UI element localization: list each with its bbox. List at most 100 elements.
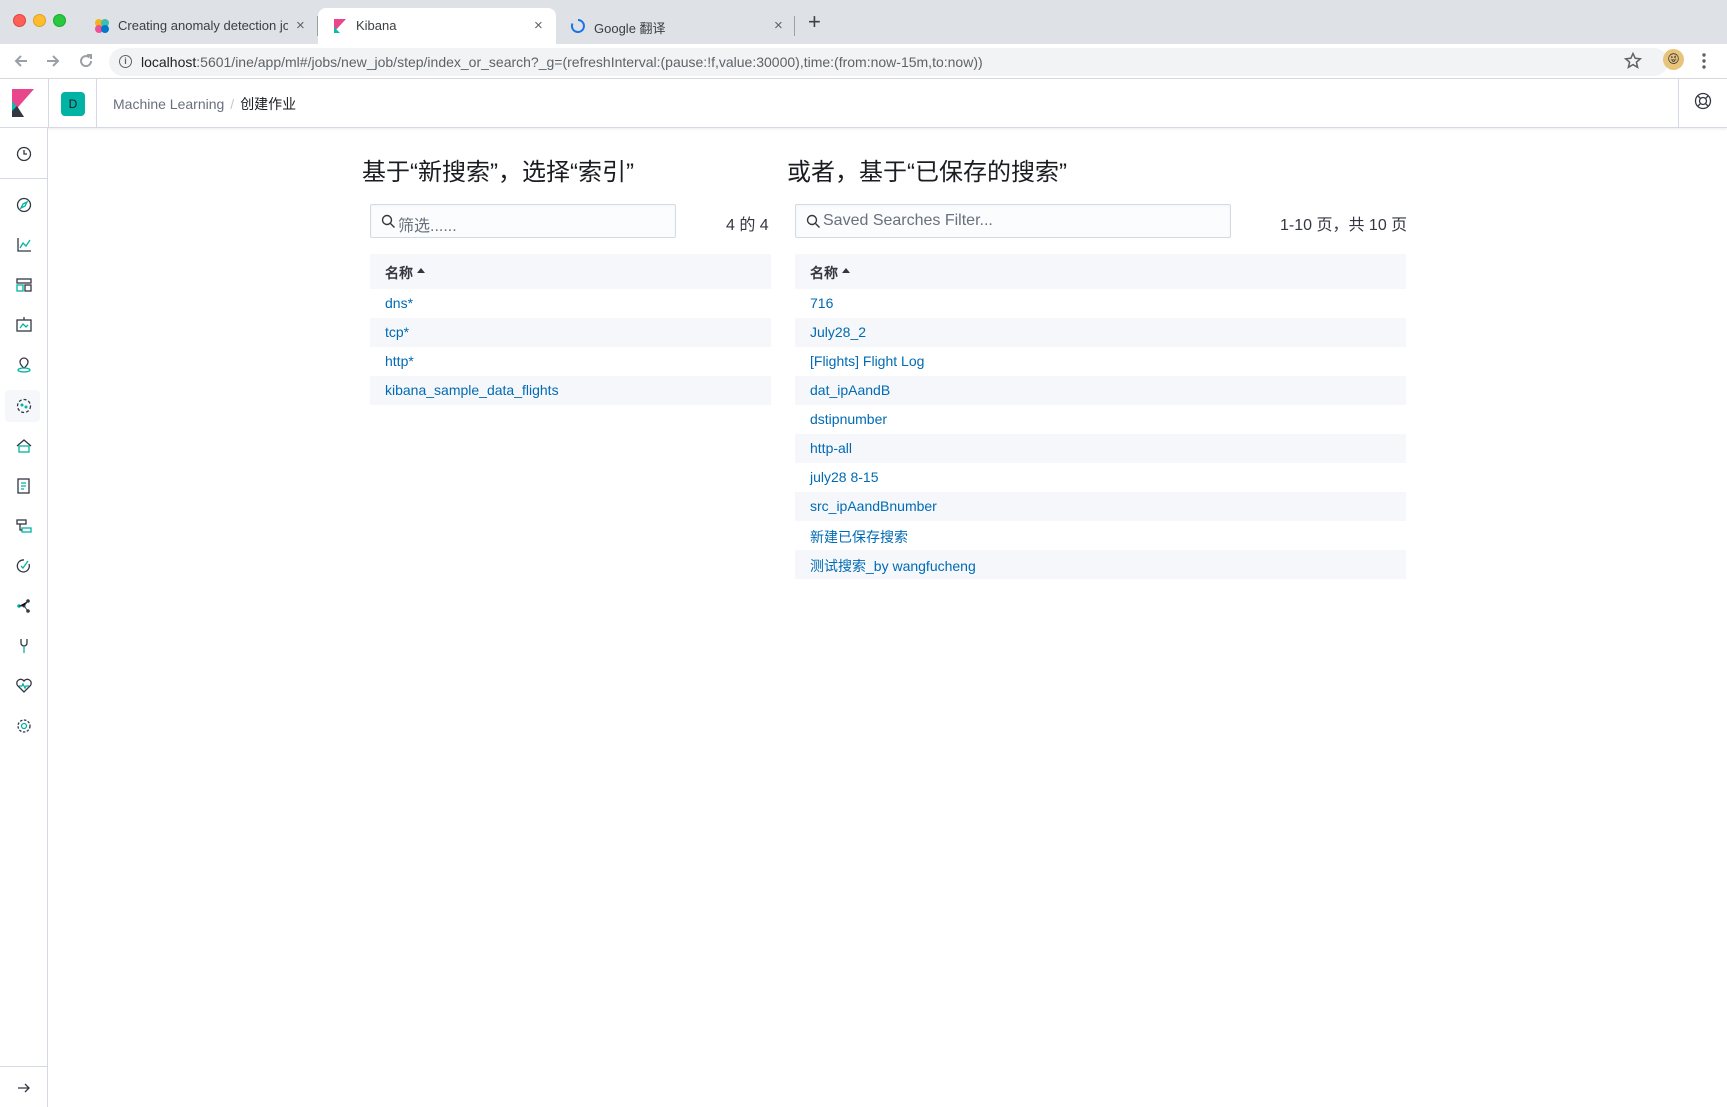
name-column-header[interactable]: 名称 [810,263,838,283]
search-icon [806,214,820,228]
tab-close-icon[interactable]: × [296,17,305,34]
saved-search-link[interactable]: dat_ipAandB [810,382,890,398]
window-minimize-button[interactable] [33,14,46,27]
saved-search-filter-placeholder: Saved Searches Filter... [823,212,993,229]
name-column-header[interactable]: 名称 [385,263,413,283]
management-icon[interactable] [14,716,34,736]
expand-icon[interactable] [14,1078,34,1098]
new-tab-button[interactable]: + [808,11,821,33]
tab-title: Google 翻译 [594,21,666,36]
browser-menu-icon[interactable] [1701,52,1707,70]
saved-search-link[interactable]: July28_2 [810,324,866,340]
browser-tab-google-translate[interactable]: Google 翻译 × [556,8,792,44]
saved-search-link[interactable]: dstipnumber [810,411,887,427]
canvas-icon[interactable] [14,315,34,335]
index-link[interactable]: tcp* [385,324,409,340]
saved-search-table-header: 名称 [795,254,1406,289]
uptime-icon[interactable] [14,556,34,576]
discover-icon[interactable] [14,195,34,215]
url-host: localhost [141,54,197,70]
bookmark-star-icon[interactable] [1624,52,1642,70]
kibana-logo-icon[interactable] [12,89,37,117]
browser-tab-elastic-docs[interactable]: Creating anomaly detection job × [80,8,316,44]
index-count: 4 的 4 [726,217,769,234]
browser-toolbar: i localhost:5601/ine/app/ml#/jobs/new_jo… [0,44,1727,79]
tab-close-icon[interactable]: × [534,17,543,34]
tab-title: Kibana [356,18,397,33]
tab-close-icon[interactable]: × [774,17,783,34]
search-icon [381,214,395,228]
saved-search-link[interactable]: src_ipAandBnumber [810,498,937,514]
index-link[interactable]: dns* [385,295,413,311]
machine-learning-icon[interactable] [14,396,34,416]
saved-search-filter-input[interactable]: Saved Searches Filter... [795,204,1231,238]
monitoring-icon[interactable] [14,676,34,696]
help-icon[interactable] [1694,92,1712,110]
index-table-header: 名称 [370,254,771,289]
forward-arrow-icon[interactable] [44,52,62,70]
table-row: July28_2 [795,318,1406,347]
table-row: http* [370,347,771,376]
recent-icon[interactable] [14,144,34,164]
table-row: 716 [795,289,1406,318]
nav-divider [0,1066,47,1067]
breadcrumb-machine-learning[interactable]: Machine Learning [113,96,224,112]
index-filter-placeholder: 筛选...... [398,218,457,235]
dashboard-icon[interactable] [14,275,34,295]
header-divider [96,79,97,127]
saved-search-link[interactable]: 测试搜索_by wangfucheng [810,556,976,576]
table-row: 测试搜索_by wangfucheng [795,550,1406,579]
window-zoom-button[interactable] [53,14,66,27]
index-link[interactable]: kibana_sample_data_flights [385,382,559,398]
saved-search-link[interactable]: july28 8-15 [810,469,879,485]
profile-avatar-icon[interactable]: 😜 [1663,49,1684,70]
table-row: dat_ipAandB [795,376,1406,405]
saved-search-link[interactable]: 新建已保存搜索 [810,527,908,547]
saved-search-title: 或者，基于“已保存的搜索” [787,159,1067,186]
breadcrumb-create-job: 创建作业 [240,96,297,112]
index-link[interactable]: http* [385,353,414,369]
elastic-favicon-icon [95,19,109,33]
table-row: tcp* [370,318,771,347]
site-info-icon[interactable]: i [119,55,132,68]
table-row: src_ipAandBnumber [795,492,1406,521]
header-divider [48,79,49,127]
loading-spinner-icon [570,19,585,33]
infrastructure-icon[interactable] [14,436,34,456]
kibana-favicon-icon [334,19,346,33]
window-close-button[interactable] [13,14,26,27]
back-arrow-icon[interactable] [12,52,30,70]
saved-search-link[interactable]: http-all [810,440,852,456]
table-row: dstipnumber [795,405,1406,434]
table-row: [Flights] Flight Log [795,347,1406,376]
space-avatar[interactable]: D [61,92,85,116]
sort-ascending-icon[interactable] [842,268,850,273]
graph-icon[interactable] [14,596,34,616]
dev-tools-icon[interactable] [14,636,34,656]
tab-separator [794,16,795,36]
saved-search-link[interactable]: 716 [810,295,833,311]
saved-search-link[interactable]: [Flights] Flight Log [810,353,924,369]
tab-title: Creating anomaly detection job [118,18,288,33]
sort-ascending-icon[interactable] [417,268,425,273]
browser-tab-strip: Creating anomaly detection job × Kibana … [0,0,1727,44]
table-row: http-all [795,434,1406,463]
address-bar[interactable]: i localhost:5601/ine/app/ml#/jobs/new_jo… [109,48,1668,76]
kibana-header: D Machine Learning / 创建作业 [0,79,1727,128]
saved-search-count: 1-10 页，共 10 页 [1280,217,1408,234]
breadcrumb-separator: / [230,96,235,112]
apm-icon[interactable] [14,516,34,536]
new-search-title: 基于“新搜索”，选择“索引” [362,159,634,186]
table-row: dns* [370,289,771,318]
logs-icon[interactable] [14,476,34,496]
maps-icon[interactable] [14,355,34,375]
table-row: july28 8-15 [795,463,1406,492]
browser-tab-kibana[interactable]: Kibana × [318,8,556,44]
table-row: 新建已保存搜索 [795,521,1406,550]
breadcrumb: Machine Learning / 创建作业 [113,94,296,114]
table-row: kibana_sample_data_flights [370,376,771,405]
visualize-icon[interactable] [14,235,34,255]
index-filter-input[interactable]: 筛选...... [370,204,676,238]
side-navigation [0,128,48,1107]
reload-icon[interactable] [77,52,95,70]
